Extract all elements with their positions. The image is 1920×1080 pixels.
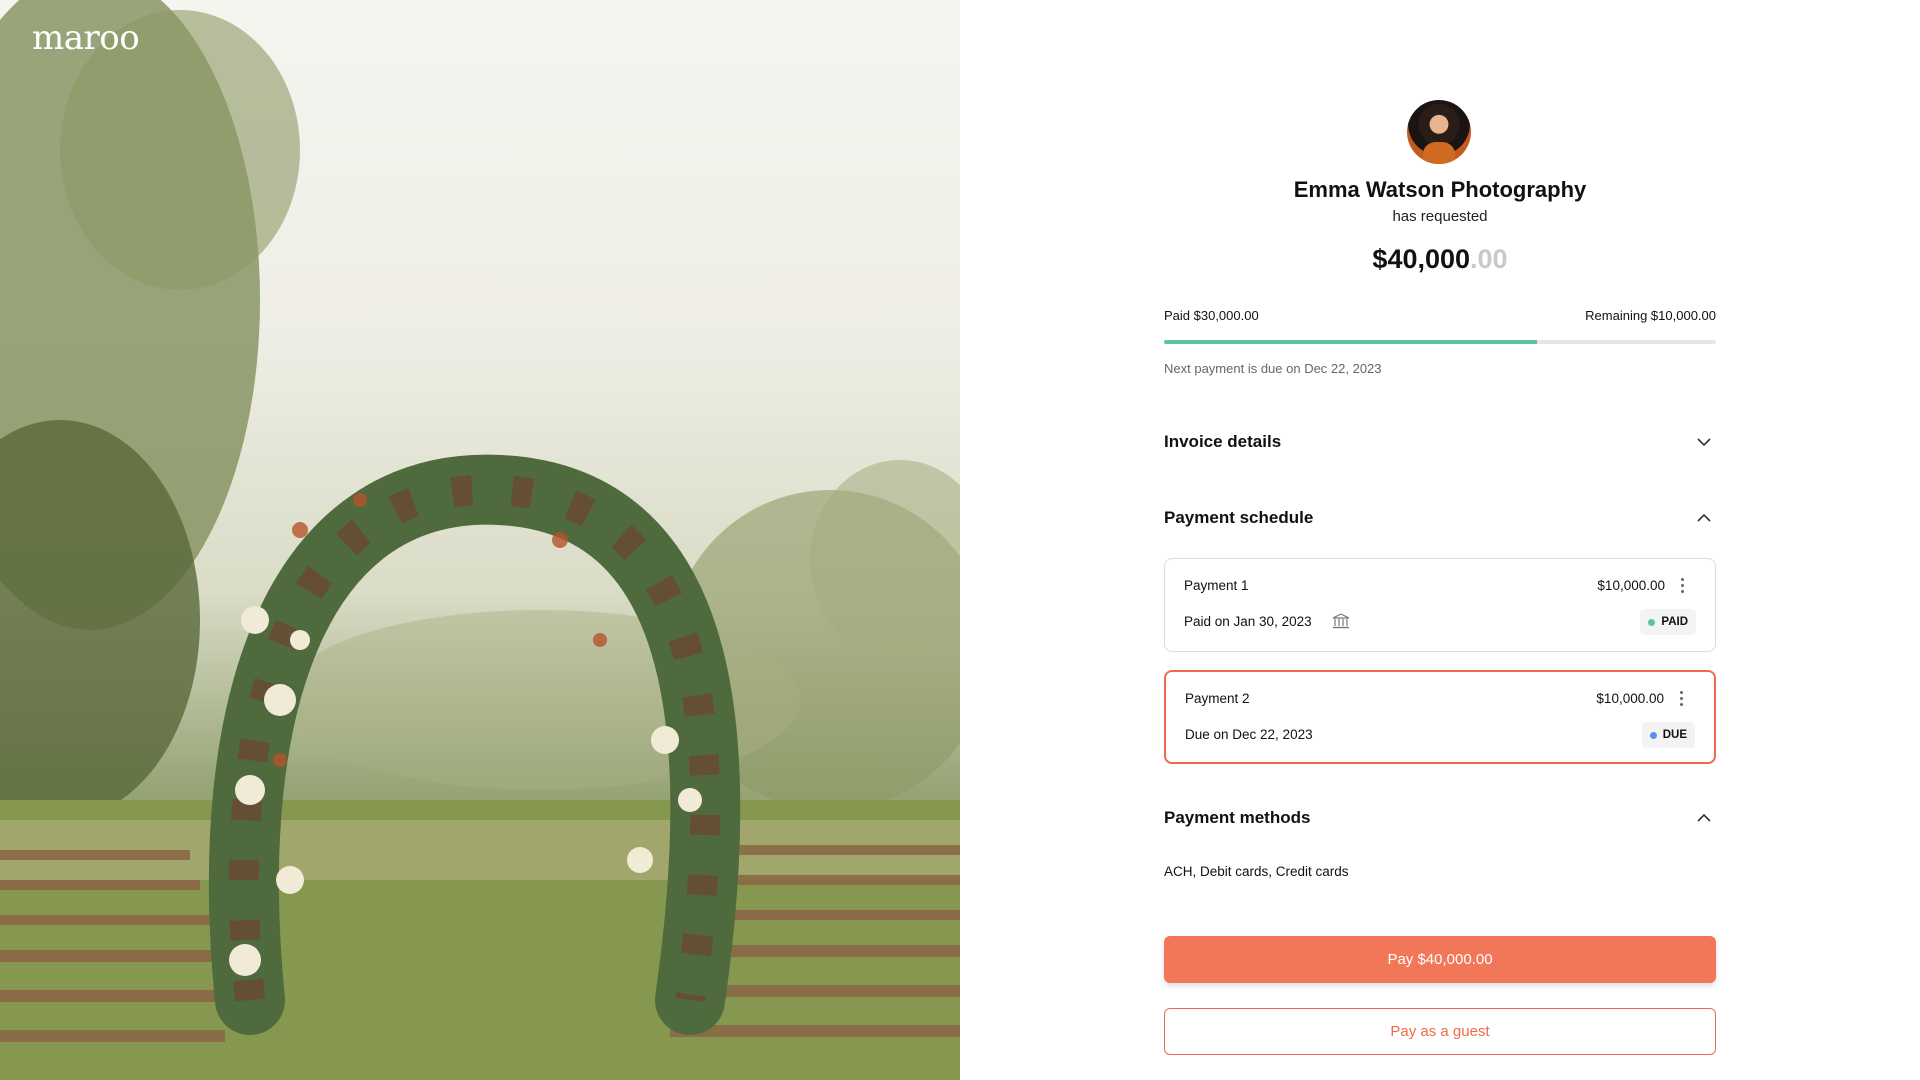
payment-amount: $10,000.00 bbox=[1596, 691, 1664, 706]
payment-title: Payment 1 bbox=[1184, 578, 1249, 593]
avatar bbox=[1407, 100, 1471, 164]
progress-fill bbox=[1164, 340, 1537, 344]
paid-label: Paid $30,000.00 bbox=[1164, 308, 1259, 323]
next-payment-due: Next payment is due on Dec 22, 2023 bbox=[1164, 361, 1382, 376]
amount-cents: .00 bbox=[1470, 244, 1508, 274]
payment-card-2[interactable]: Payment 2 $10,000.00 Due on Dec 22, 2023… bbox=[1164, 670, 1716, 764]
status-dot bbox=[1649, 731, 1657, 739]
pay-button[interactable]: Pay $40,000.00 bbox=[1164, 936, 1716, 983]
payment-title: Payment 2 bbox=[1185, 691, 1250, 706]
requested-label: has requested bbox=[1392, 208, 1488, 225]
payment-panel: Emma Watson Photography has requested $4… bbox=[1164, 0, 1716, 1080]
invoice-details-header[interactable]: Invoice details bbox=[1164, 432, 1281, 452]
payment-date: Paid on Jan 30, 2023 bbox=[1184, 614, 1312, 629]
status-label: DUE bbox=[1662, 729, 1687, 741]
remaining-label: Remaining $10,000.00 bbox=[1585, 308, 1716, 323]
hero-image: maroo bbox=[0, 0, 960, 1080]
payment-card-1[interactable]: Payment 1 $10,000.00 Paid on Jan 30, 202… bbox=[1164, 558, 1716, 652]
payment-schedule-header[interactable]: Payment schedule bbox=[1164, 508, 1313, 528]
more-vertical-icon[interactable] bbox=[1678, 688, 1684, 709]
wedding-arch-illustration bbox=[0, 0, 960, 1080]
status-dot bbox=[1648, 618, 1656, 626]
pay-as-guest-button[interactable]: Pay as a guest bbox=[1164, 1008, 1716, 1055]
status-label: PAID bbox=[1661, 616, 1688, 628]
requested-amount: $40,000.00 bbox=[1164, 244, 1716, 275]
payment-methods-list: ACH, Debit cards, Credit cards bbox=[1164, 864, 1349, 879]
requester-name: Emma Watson Photography bbox=[1293, 177, 1587, 202]
status-badge: PAID bbox=[1640, 609, 1696, 635]
status-badge: DUE bbox=[1641, 722, 1695, 748]
payment-progress-bar bbox=[1164, 340, 1716, 344]
payment-methods-header[interactable]: Payment methods bbox=[1164, 808, 1310, 828]
chevron-up-icon[interactable] bbox=[1694, 508, 1714, 528]
brand-logo[interactable]: maroo bbox=[32, 18, 140, 58]
more-vertical-icon[interactable] bbox=[1679, 575, 1685, 596]
payment-date: Due on Dec 22, 2023 bbox=[1185, 727, 1313, 742]
chevron-down-icon[interactable] bbox=[1694, 432, 1714, 452]
chevron-up-icon[interactable] bbox=[1694, 808, 1714, 828]
amount-main: $40,000 bbox=[1372, 244, 1471, 274]
bank-icon bbox=[1332, 613, 1350, 629]
payment-amount: $10,000.00 bbox=[1597, 578, 1665, 593]
